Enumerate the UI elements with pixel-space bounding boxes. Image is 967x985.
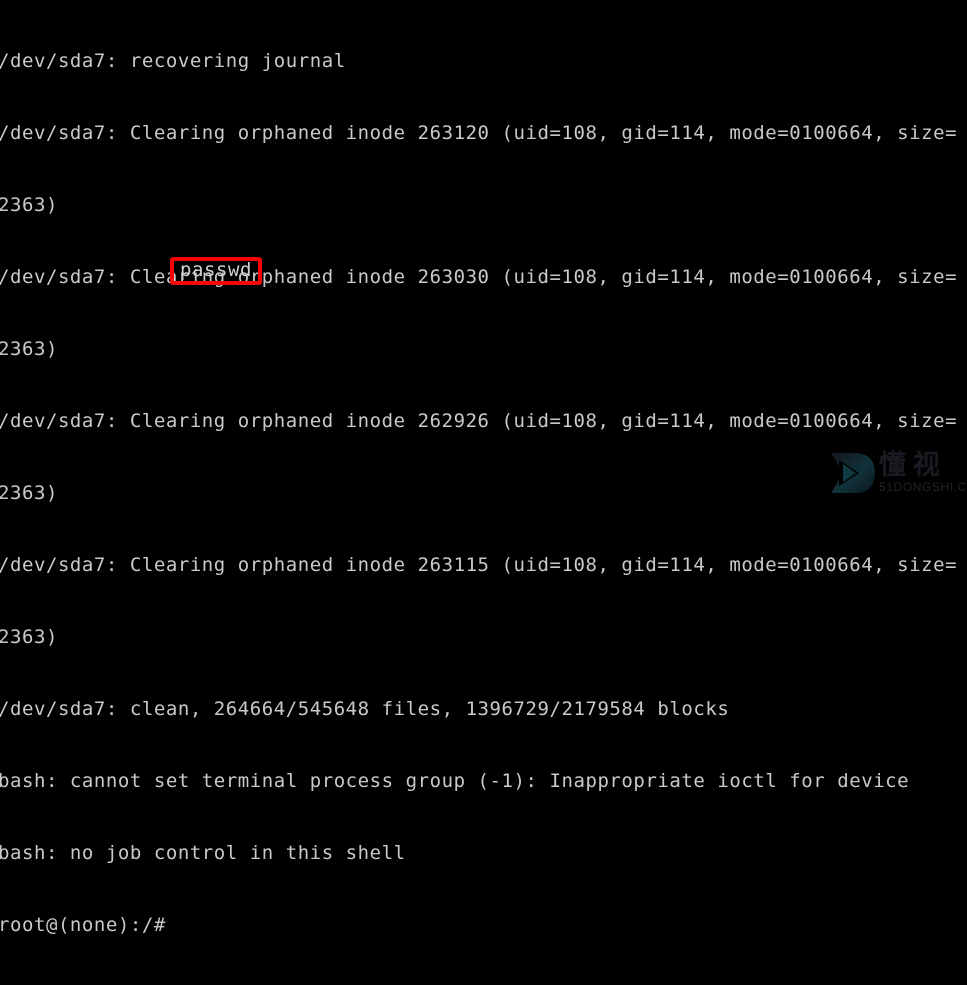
console-output: /dev/sda7: recovering journal /dev/sda7:…: [0, 1, 967, 985]
console-line: /dev/sda7: Clearing orphaned inode 26312…: [0, 122, 958, 144]
console-line: /dev/sda7: clean, 264664/545648 files, 1…: [0, 698, 730, 720]
watermark-brand-cjk: 懂视: [879, 450, 947, 481]
console-line: bash: no job control in this shell: [0, 842, 406, 864]
shell-prompt: root@(none):/#: [0, 914, 178, 936]
console-line: /dev/sda7: Clearing orphaned inode 26303…: [0, 266, 958, 288]
watermark-domain: 51DONGSHI.COM: [879, 480, 967, 494]
console-line: 2363): [0, 482, 58, 504]
watermark-text-group: 懂视 51DONGSHI.COM: [879, 450, 967, 496]
console-line: /dev/sda7: recovering journal: [0, 50, 346, 72]
console-line: bash: cannot set terminal process group …: [0, 770, 910, 792]
dongshi-logo-icon: [829, 450, 877, 496]
watermark: 懂视 51DONGSHI.COM: [829, 448, 967, 498]
console-line: /dev/sda7: Clearing orphaned inode 26292…: [0, 410, 958, 432]
console-line: 2363): [0, 338, 58, 360]
console-line: /dev/sda7: Clearing orphaned inode 26311…: [0, 554, 958, 576]
console-line: 2363): [0, 626, 58, 648]
terminal-screen[interactable]: /dev/sda7: recovering journal /dev/sda7:…: [0, 0, 967, 936]
console-line: 2363): [0, 194, 58, 216]
command-input-text[interactable]: passwd: [180, 258, 252, 282]
